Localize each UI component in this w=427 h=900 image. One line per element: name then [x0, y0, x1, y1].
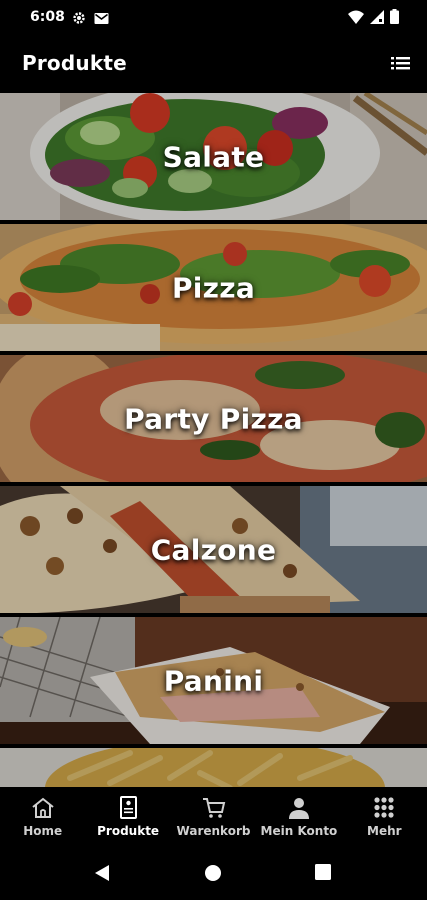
nav-mein-konto[interactable]: Mein Konto	[256, 787, 341, 847]
nav-label-mein-konto: Mein Konto	[260, 824, 338, 838]
user-icon	[288, 798, 309, 819]
card-overlay	[0, 748, 427, 787]
category-label: Calzone	[150, 533, 277, 566]
category-list: Salate Pizza Party Pizza Calzone Panini	[0, 93, 427, 787]
category-label: Party Pizza	[124, 402, 303, 435]
signal-icon	[370, 9, 384, 28]
recents-icon[interactable]	[315, 864, 331, 884]
category-label: Salate	[162, 140, 265, 173]
nav-home[interactable]: Home	[0, 787, 85, 847]
status-bar: 6:08	[0, 0, 427, 35]
page-title: Produkte	[22, 51, 127, 75]
settings-icon	[72, 10, 86, 29]
back-icon[interactable]	[94, 864, 110, 886]
home-circle-icon[interactable]	[204, 864, 222, 886]
home-icon	[32, 797, 54, 818]
category-card-partial[interactable]	[0, 748, 427, 787]
category-card-pizza[interactable]: Pizza	[0, 224, 427, 351]
list-view-icon[interactable]	[391, 54, 411, 72]
category-card-party-pizza[interactable]: Party Pizza	[0, 355, 427, 482]
nav-label-home: Home	[23, 824, 63, 838]
nav-label-warenkorb: Warenkorb	[176, 824, 251, 838]
mail-icon	[94, 10, 109, 29]
wifi-icon	[348, 9, 364, 28]
grid-icon	[374, 797, 394, 818]
system-navigation-bar	[0, 847, 427, 900]
app-bar: Produkte	[0, 35, 427, 93]
nav-mehr[interactable]: Mehr	[342, 787, 427, 847]
nav-produkte[interactable]: Produkte	[85, 787, 170, 847]
nav-warenkorb[interactable]: Warenkorb	[171, 787, 256, 847]
category-label: Panini	[163, 664, 264, 697]
bottom-navigation: Home Produkte Warenkorb Mein Konto Mehr	[0, 787, 427, 847]
menu-card-icon	[120, 796, 138, 819]
category-label: Pizza	[171, 271, 256, 304]
nav-label-mehr: Mehr	[367, 824, 402, 838]
cart-icon	[202, 798, 225, 818]
battery-icon	[390, 9, 399, 28]
category-card-salate[interactable]: Salate	[0, 93, 427, 220]
status-time: 6:08	[30, 9, 65, 25]
category-card-panini[interactable]: Panini	[0, 617, 427, 744]
category-card-calzone[interactable]: Calzone	[0, 486, 427, 613]
nav-label-produkte: Produkte	[97, 824, 160, 838]
